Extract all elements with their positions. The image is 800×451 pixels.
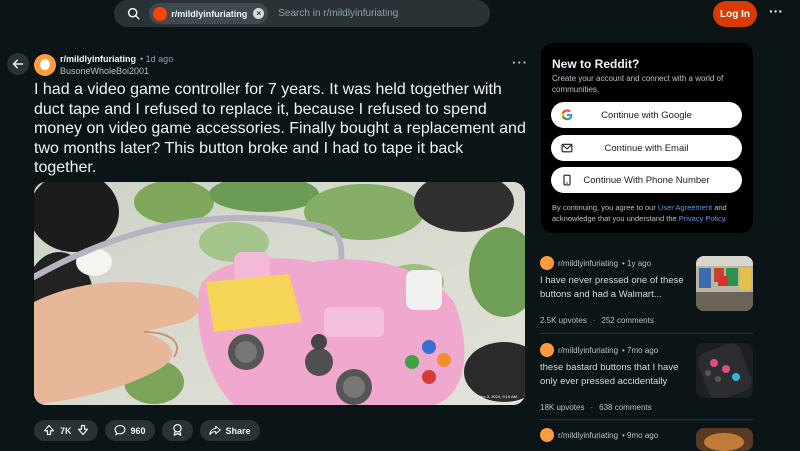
login-button[interactable]: Log In [713,1,757,27]
stats-separator: · [592,316,596,325]
back-button[interactable] [7,53,29,75]
community-filter-chip[interactable]: r/mildlyinfuriating × [149,3,269,24]
related-meta: r/mildlyinfuriating • 1y ago [540,256,651,270]
more-options-icon[interactable]: ··· [768,4,784,22]
related-age: • 1y ago [622,258,652,268]
related-age: • 9mo ago [622,430,659,440]
related-meta: r/mildlyinfuriating • 7mo ago [540,343,658,357]
image-timestamp: Dec 3, 2024, 9:14 AM [478,394,517,399]
subreddit-link[interactable]: r/mildlyinfuriating [60,54,136,64]
related-meta: r/mildlyinfuriating • 9mo ago [540,428,658,442]
related-upvotes: 18K upvotes [540,403,585,412]
stats-separator: · [590,403,594,412]
related-sub[interactable]: r/mildlyinfuriating [558,431,618,440]
share-label: Share [225,425,251,436]
user-agreement-link[interactable]: User Agreement [658,203,712,212]
subreddit-icon [153,6,168,21]
downvote-icon[interactable] [77,424,89,438]
mail-icon [560,141,574,155]
related-title[interactable]: I have never pressed one of these button… [540,274,688,302]
continue-google-button[interactable]: Continue with Google [551,102,742,128]
related-stats: 18K upvotes · 638 comments [540,403,652,412]
related-post[interactable]: r/mildlyinfuriating • 9mo ago [540,428,755,451]
top-bar: r/mildlyinfuriating × Log In ··· [0,0,800,28]
search-icon [124,4,143,24]
new-to-reddit-title: New to Reddit? [552,57,640,71]
vote-count: 7K [60,425,72,436]
continue-phone-label: Continue With Phone Number [583,174,710,186]
related-thumbnail [696,343,753,398]
phone-icon [560,173,574,187]
divider [540,419,753,420]
related-upvotes: 2.5K upvotes [540,316,587,325]
search-bar[interactable]: r/mildlyinfuriating × [114,0,490,27]
related-sub[interactable]: r/mildlyinfuriating [558,346,618,355]
post-age: • 1d ago [140,54,174,64]
search-input[interactable] [278,8,490,19]
post-author[interactable]: BusoneWholeBoi2001 [60,66,149,76]
post-image[interactable]: Dec 3, 2024, 9:14 AM [34,182,525,405]
google-icon [560,108,574,122]
subreddit-icon [540,428,554,442]
post-title: I had a video game controller for 7 year… [34,81,526,176]
post-meta: r/mildlyinfuriating • 1d ago [60,54,173,64]
post-overflow-icon[interactable]: ··· [512,55,528,70]
vote-control: 7K [34,420,98,441]
legal-notice: By continuing, you agree to our User Agr… [552,202,747,224]
divider [540,333,753,334]
related-comments: 252 comments [601,316,654,325]
continue-email-label: Continue with Email [604,142,689,154]
related-post[interactable]: r/mildlyinfuriating • 7mo ago these bast… [540,343,755,417]
community-chip-label: r/mildlyinfuriating [171,8,248,19]
related-sub[interactable]: r/mildlyinfuriating [558,259,618,268]
related-post[interactable]: r/mildlyinfuriating • 1y ago I have neve… [540,256,755,330]
subreddit-icon [540,343,554,357]
related-thumbnail [696,256,753,311]
upvote-icon[interactable] [43,424,55,438]
continue-email-button[interactable]: Continue with Email [551,135,742,161]
related-age: • 7mo ago [622,345,659,355]
share-icon [208,424,221,438]
new-to-reddit-card: New to Reddit? Create your account and c… [541,43,753,233]
legal-end: . [724,214,727,223]
subreddit-avatar[interactable] [34,54,56,76]
post-actions: 7K 960 Share [34,420,260,441]
continue-google-label: Continue with Google [601,109,692,121]
comment-icon [114,424,126,438]
comment-count: 960 [130,425,146,436]
share-button[interactable]: Share [199,420,260,441]
related-title[interactable]: these bastard buttons that I have only e… [540,361,688,389]
clear-chip-icon[interactable]: × [253,8,265,19]
arrow-left-icon [12,59,24,69]
new-to-reddit-desc: Create your account and connect with a w… [552,74,724,94]
related-thumbnail [696,428,753,451]
award-button[interactable] [161,420,193,441]
privacy-policy-link[interactable]: Privacy Policy [679,214,725,223]
comments-button[interactable]: 960 [104,420,155,441]
related-comments: 638 comments [599,403,652,412]
related-stats: 2.5K upvotes · 252 comments [540,316,654,325]
continue-phone-button[interactable]: Continue With Phone Number [551,167,742,193]
award-icon [171,423,184,438]
controller-photo [34,182,525,405]
subreddit-icon [540,256,554,270]
legal-prefix: By continuing, you agree to our [552,203,658,212]
